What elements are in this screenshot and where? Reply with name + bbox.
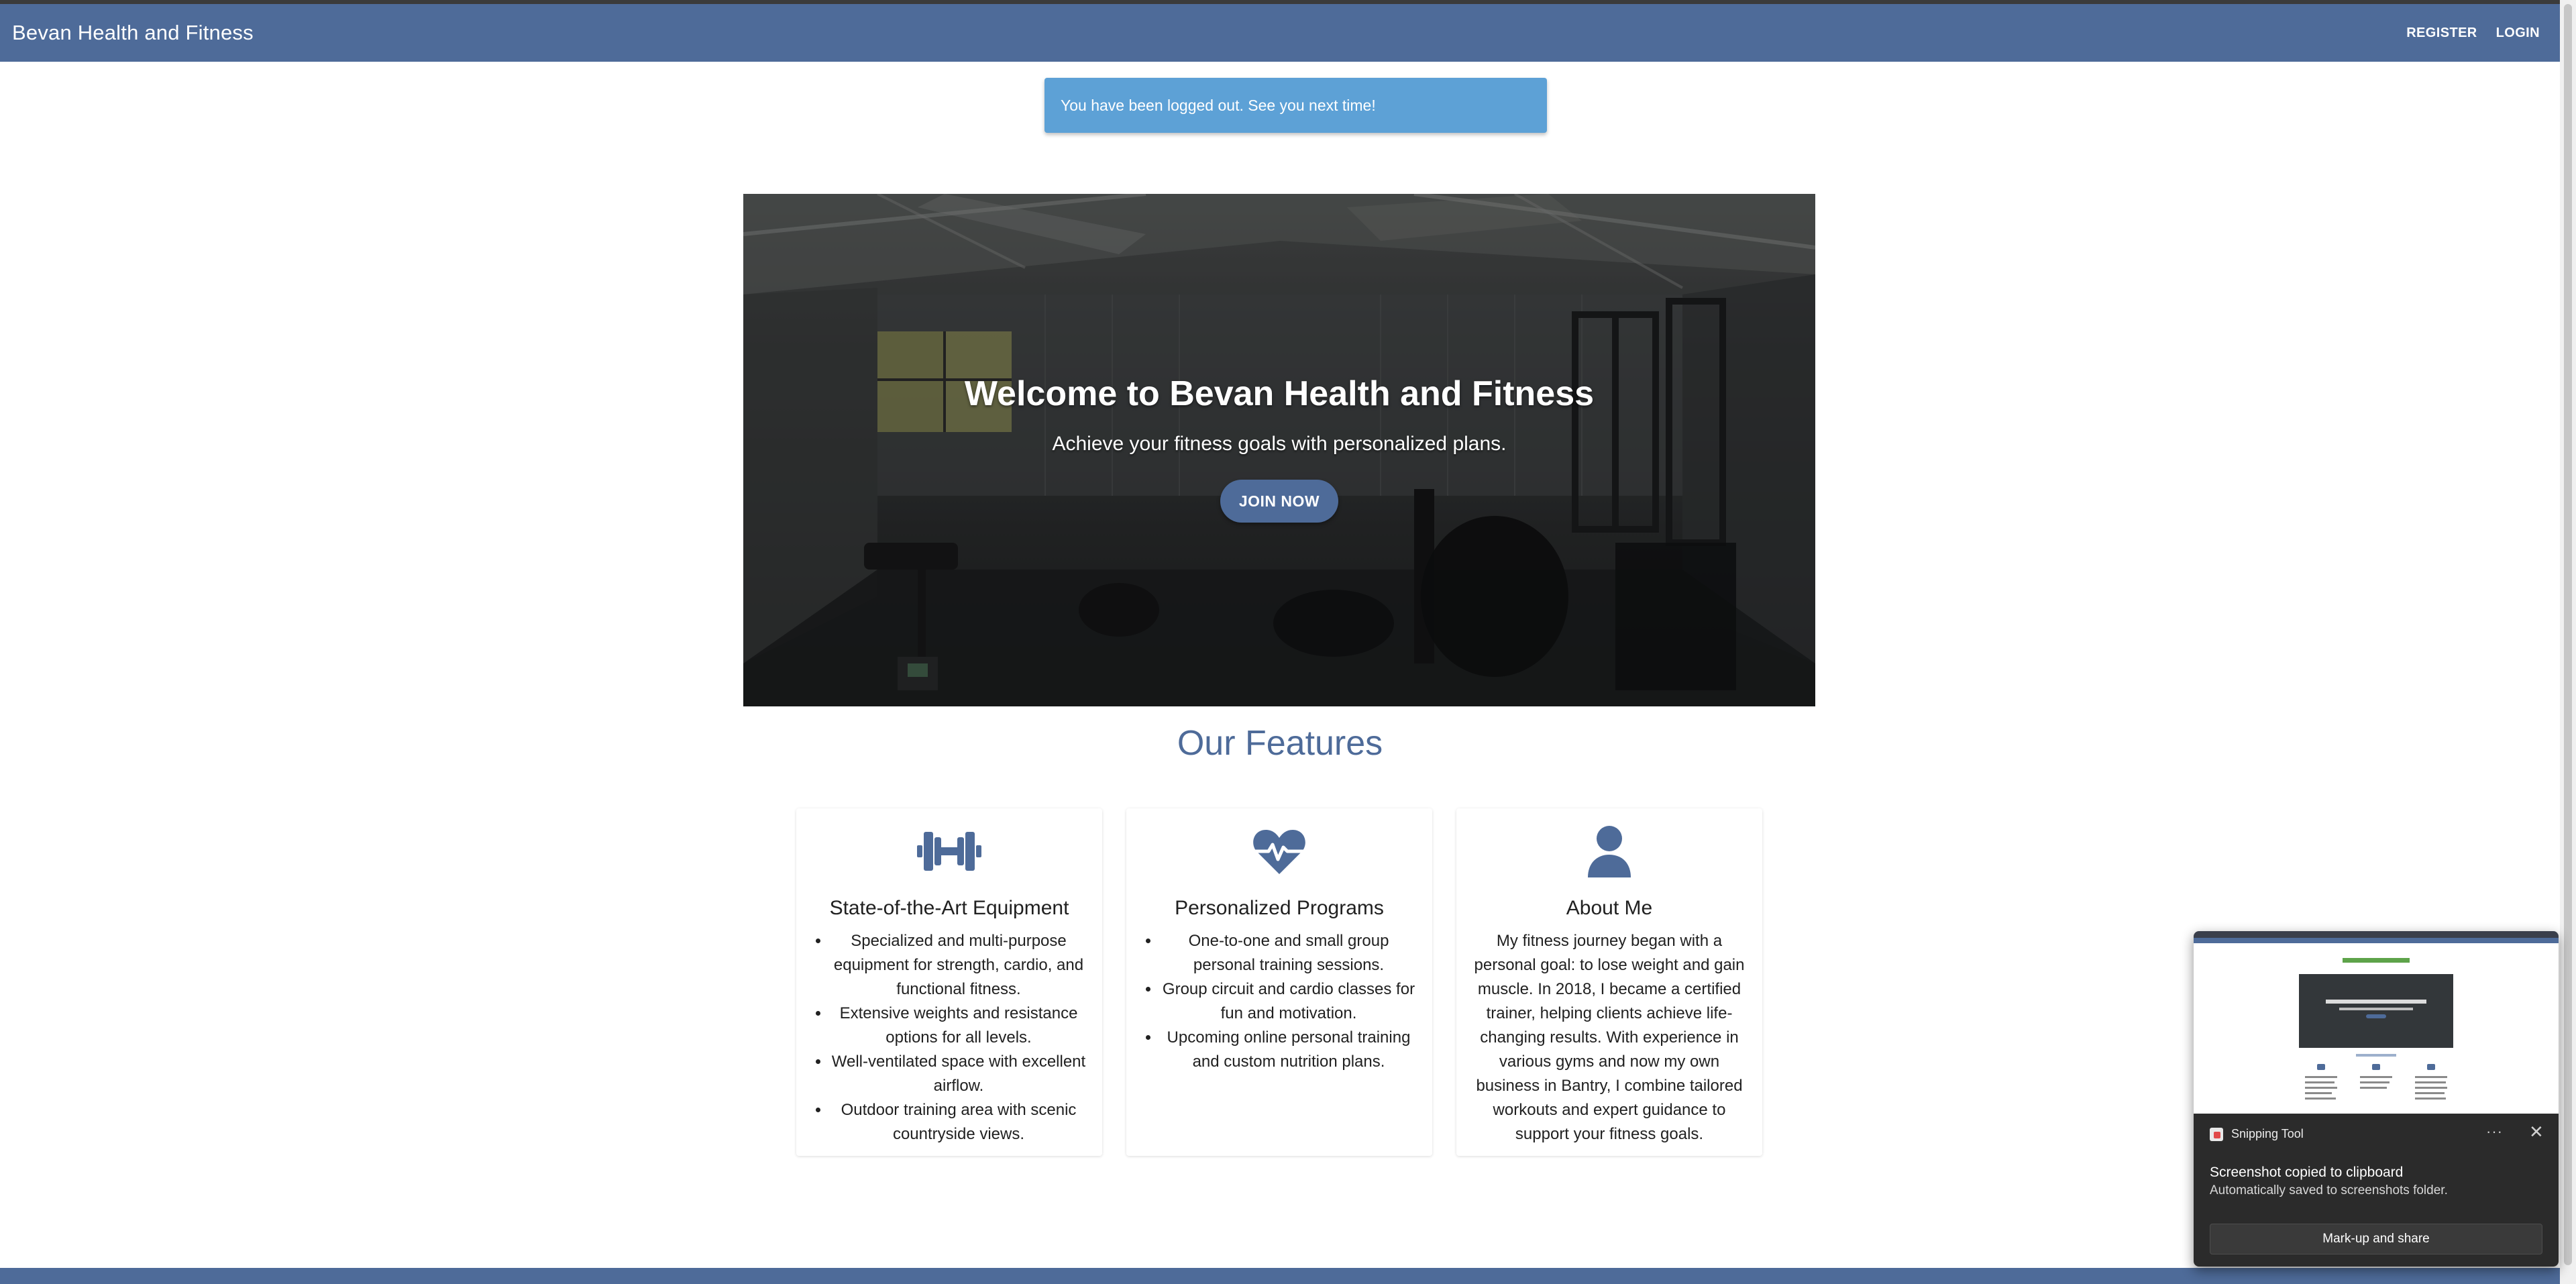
preview-hero-title (2326, 1000, 2426, 1004)
login-link[interactable]: LOGIN (2496, 25, 2540, 41)
dumbbell-icon (811, 822, 1087, 881)
preview-line (2360, 1081, 2390, 1083)
preview-line (2415, 1098, 2446, 1100)
preview-line (2305, 1098, 2336, 1100)
heart-pulse-icon (1141, 822, 1417, 881)
notification-app-header: Snipping Tool (2210, 1127, 2304, 1141)
preview-card-icon (2427, 1064, 2435, 1070)
close-icon[interactable]: ✕ (2529, 1122, 2544, 1142)
feature-card-about: About Me My fitness journey began with a… (1456, 808, 1762, 1156)
preview-line (2305, 1081, 2334, 1083)
more-options-icon[interactable]: ··· (2486, 1123, 2503, 1140)
snipping-tool-icon (2210, 1127, 2223, 1141)
preview-line (2305, 1076, 2337, 1078)
preview-card-icon (2372, 1064, 2380, 1070)
list-item: Outdoor training area with scenic countr… (830, 1098, 1087, 1146)
hero-content: Welcome to Bevan Health and Fitness Achi… (743, 194, 1815, 706)
join-now-button[interactable]: JOIN NOW (1220, 480, 1338, 523)
features-heading: Our Features (1177, 724, 1383, 763)
preview-card-icon (2317, 1064, 2325, 1070)
card-title: About Me (1566, 897, 1653, 919)
page-scrollbar[interactable] (2560, 0, 2576, 1284)
preview-hero-button (2366, 1014, 2386, 1018)
preview-line (2360, 1087, 2387, 1089)
preview-flash (2343, 958, 2410, 963)
feature-list: Specialized and multi-purpose equipment … (811, 929, 1087, 1146)
list-item: Specialized and multi-purpose equipment … (830, 929, 1087, 1002)
hero-title: Welcome to Bevan Health and Fitness (964, 374, 1595, 413)
feature-card-programs: Personalized Programs One-to-one and sma… (1126, 808, 1432, 1156)
preview-line (2415, 1081, 2446, 1083)
preview-features-heading (2356, 1054, 2396, 1057)
feature-list: One-to-one and small group personal trai… (1141, 929, 1417, 1074)
hero-banner: Welcome to Bevan Health and Fitness Achi… (743, 194, 1815, 706)
preview-hero-subtitle (2339, 1008, 2413, 1010)
list-item: Well-ventilated space with excellent air… (830, 1050, 1087, 1098)
list-item: Extensive weights and resistance options… (830, 1002, 1087, 1050)
preview-card (2301, 1063, 2341, 1110)
scrollbar-thumb[interactable] (2564, 4, 2572, 1265)
brand-link[interactable]: Bevan Health and Fitness (12, 21, 254, 45)
screenshot-preview-thumbnail[interactable] (2194, 931, 2559, 1114)
preview-line (2415, 1087, 2447, 1089)
nav-links: REGISTER LOGIN (2406, 25, 2548, 41)
navbar: Bevan Health and Fitness REGISTER LOGIN (0, 4, 2560, 62)
list-item: Upcoming online personal training and cu… (1160, 1026, 1417, 1074)
flash-message-text: You have been logged out. See you next t… (1061, 96, 1376, 114)
flash-message: You have been logged out. See you next t… (1044, 78, 1547, 133)
preview-navbar (2194, 938, 2559, 943)
preview-line (2305, 1087, 2337, 1089)
preview-line (2360, 1076, 2392, 1078)
preview-line (2415, 1076, 2447, 1078)
card-title: State-of-the-Art Equipment (829, 897, 1069, 919)
snipping-tool-notification: Snipping Tool ··· ✕ Screenshot copied to… (2194, 931, 2559, 1267)
register-link[interactable]: REGISTER (2406, 25, 2477, 41)
list-item: One-to-one and small group personal trai… (1160, 929, 1417, 977)
feature-card-equipment: State-of-the-Art Equipment Specialized a… (796, 808, 1102, 1156)
notification-app-name: Snipping Tool (2231, 1127, 2304, 1140)
notification-body: Snipping Tool ··· ✕ Screenshot copied to… (2194, 1114, 2559, 1267)
notification-text: Automatically saved to screenshots folde… (2210, 1183, 2448, 1197)
preview-line (2305, 1092, 2332, 1094)
list-item: Group circuit and cardio classes for fun… (1160, 977, 1417, 1026)
footer (0, 1268, 2560, 1284)
hero-subtitle: Achieve your fitness goals with personal… (1052, 433, 1507, 455)
card-title: Personalized Programs (1175, 897, 1384, 919)
preview-card (2411, 1063, 2451, 1110)
markup-and-share-button[interactable]: Mark-up and share (2210, 1224, 2542, 1254)
about-text: My fitness journey began with a personal… (1474, 932, 1745, 1143)
preview-hero (2299, 974, 2453, 1048)
notification-title: Screenshot copied to clipboard (2210, 1165, 2404, 1180)
user-icon (1471, 822, 1748, 881)
preview-card (2356, 1063, 2396, 1110)
preview-topbar (2194, 931, 2559, 938)
preview-line (2415, 1092, 2445, 1094)
